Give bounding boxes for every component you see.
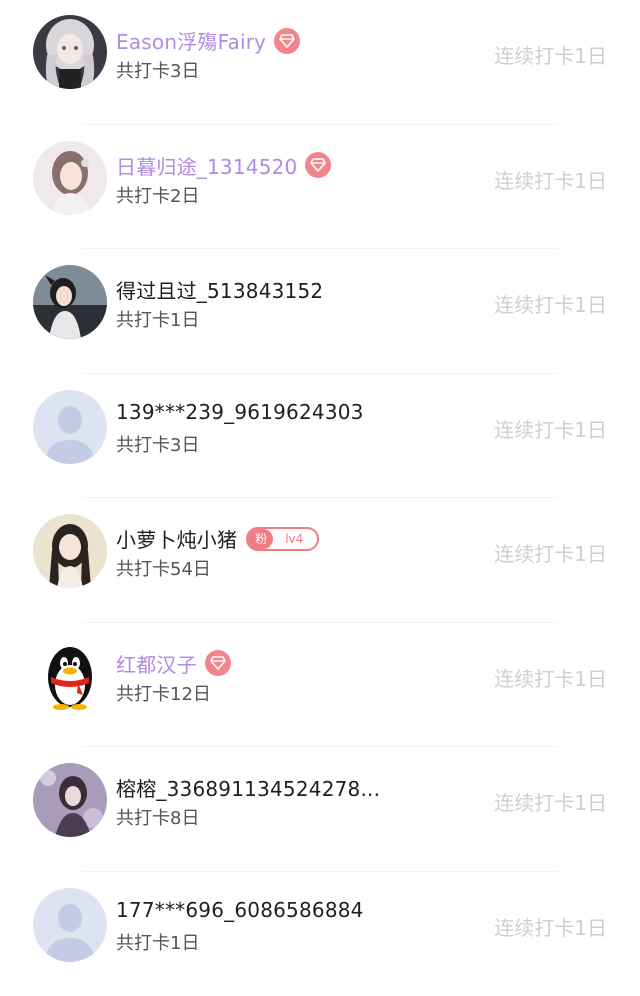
vip-diamond-icon (205, 650, 231, 676)
default-avatar-icon[interactable] (33, 390, 107, 464)
streak-text: 连续打卡1日 (494, 663, 607, 692)
streak-text: 连续打卡1日 (494, 538, 607, 567)
username[interactable]: 日暮归途_1314520 (116, 151, 297, 180)
list-item[interactable]: 177***696_6086586884 共打卡1日 连续打卡1日 (0, 872, 640, 996)
list-item[interactable]: Eason浮殤Fairy 共打卡3日 连续打卡1日 (0, 0, 640, 125)
fan-badge-level: lv4 (273, 532, 317, 546)
vip-diamond-icon (274, 28, 300, 54)
username[interactable]: 小萝卜炖小猪 (116, 524, 237, 553)
total-checkin: 共打卡1日 (116, 306, 199, 332)
streak-text: 连续打卡1日 (494, 787, 607, 816)
total-checkin: 共打卡3日 (116, 431, 199, 457)
username[interactable]: 177***696_6086586884 (116, 898, 364, 922)
checkin-list: Eason浮殤Fairy 共打卡3日 连续打卡1日 日暮归途_1314520 (0, 0, 640, 996)
streak-text: 连续打卡1日 (494, 40, 607, 69)
total-checkin: 共打卡8日 (116, 804, 199, 830)
list-item[interactable]: 139***239_9619624303 共打卡3日 连续打卡1日 (0, 374, 640, 499)
total-checkin: 共打卡3日 (116, 57, 199, 83)
streak-text: 连续打卡1日 (494, 165, 607, 194)
username[interactable]: Eason浮殤Fairy (116, 26, 266, 55)
list-item[interactable]: 得过且过_513843152 共打卡1日 连续打卡1日 (0, 249, 640, 374)
total-checkin: 共打卡54日 (116, 555, 211, 581)
list-item[interactable]: 小萝卜炖小猪 粉 lv4 共打卡54日 连续打卡1日 (0, 498, 640, 623)
girl-dark-icon[interactable] (33, 265, 107, 339)
qq-penguin-icon[interactable] (33, 639, 107, 713)
girl-long-hair-icon[interactable] (33, 514, 107, 588)
default-avatar-icon[interactable] (33, 888, 107, 962)
girl-purple-icon[interactable] (33, 763, 107, 837)
total-checkin: 共打卡2日 (116, 182, 199, 208)
total-checkin: 共打卡1日 (116, 929, 199, 955)
list-item[interactable]: 红都汉子 共打卡12日 连续打卡1日 (0, 623, 640, 748)
total-checkin: 共打卡12日 (116, 680, 211, 706)
streak-text: 连续打卡1日 (494, 912, 607, 941)
username[interactable]: 榕榕_336891134524278... (116, 773, 380, 802)
vip-diamond-icon (305, 152, 331, 178)
username[interactable]: 得过且过_513843152 (116, 275, 323, 304)
list-item[interactable]: 榕榕_336891134524278... 共打卡8日 连续打卡1日 (0, 747, 640, 872)
girl-silver-hair-icon[interactable] (33, 15, 107, 89)
streak-text: 连续打卡1日 (494, 414, 607, 443)
username[interactable]: 红都汉子 (116, 649, 197, 678)
girl-pale-icon[interactable] (33, 141, 107, 215)
fan-level-badge: 粉 lv4 (246, 527, 319, 551)
username[interactable]: 139***239_9619624303 (116, 400, 364, 424)
streak-text: 连续打卡1日 (494, 289, 607, 318)
list-item[interactable]: 日暮归途_1314520 共打卡2日 连续打卡1日 (0, 125, 640, 250)
fan-badge-label: 粉 (248, 529, 273, 549)
